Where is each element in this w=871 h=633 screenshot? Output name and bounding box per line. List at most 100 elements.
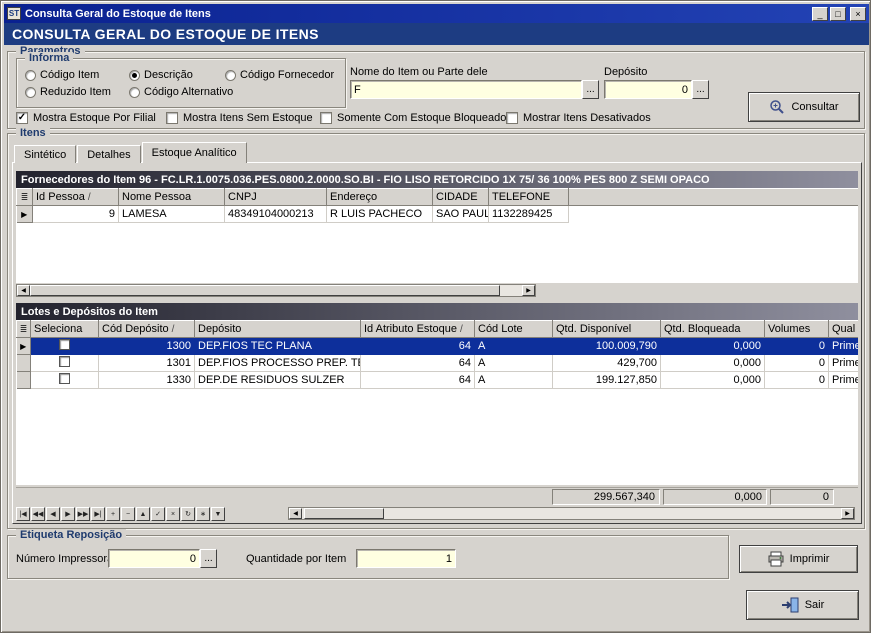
nav-next-button[interactable]: ▶ <box>61 507 75 521</box>
nav-delete-button[interactable]: − <box>121 507 135 521</box>
nav-prior-page-button[interactable]: ◀◀ <box>31 507 45 521</box>
consultar-button[interactable]: Consultar <box>748 92 860 122</box>
close-button[interactable]: × <box>850 7 866 21</box>
column-header-endereco[interactable]: Endereço <box>327 189 433 206</box>
minimize-button[interactable]: _ <box>812 7 828 21</box>
column-header-seleciona[interactable]: Seleciona <box>31 321 99 338</box>
cell-seleciona[interactable] <box>31 355 99 372</box>
parametros-group: Parametros Informa Código Item Descrição… <box>7 51 865 129</box>
table-row[interactable]: 1330 DEP.DE RESIDUOS SULZER 64 A 199.127… <box>17 372 859 389</box>
nav-first-button[interactable]: |◀ <box>16 507 30 521</box>
column-header-cod-lote[interactable]: Cód Lote <box>475 321 553 338</box>
checkbox-mostra-itens-sem-estoque[interactable]: Mostra Itens Sem Estoque <box>166 112 313 124</box>
scroll-left-arrow[interactable]: ◀ <box>289 508 302 519</box>
fornecedores-header-row: ≣ Id Pessoa/ Nome Pessoa CNPJ Endereço C… <box>17 189 859 206</box>
column-header-qtd-bloqueada[interactable]: Qtd. Bloqueada <box>661 321 765 338</box>
checkbox-label: Mostra Itens Sem Estoque <box>183 112 313 124</box>
column-header-cnpj[interactable]: CNPJ <box>225 189 327 206</box>
checkbox-mostrar-itens-desativados[interactable]: Mostrar Itens Desativados <box>506 112 651 124</box>
column-header-cidade[interactable]: CIDADE <box>433 189 489 206</box>
table-row[interactable]: 1301 DEP.FIOS PROCESSO PREP. TEC 64 A 42… <box>17 355 859 372</box>
quantidade-por-item-input[interactable] <box>356 549 456 568</box>
column-header-telefone[interactable]: TELEFONE <box>489 189 569 206</box>
scroll-right-arrow[interactable]: ▶ <box>522 285 535 296</box>
column-header-nome-pessoa[interactable]: Nome Pessoa <box>119 189 225 206</box>
nome-item-input[interactable] <box>350 80 582 99</box>
radio-reduzido-item[interactable]: Reduzido Item <box>25 86 111 98</box>
checkbox-somente-com-estoque-bloqueado[interactable]: Somente Com Estoque Bloqueado <box>320 112 506 124</box>
row-checkbox[interactable] <box>59 339 70 350</box>
scrollbar-thumb[interactable] <box>30 285 500 296</box>
etiqueta-reposicao-group: Etiqueta Reposição Número Impressora ...… <box>7 535 729 579</box>
nav-edit-button[interactable]: ▲ <box>136 507 150 521</box>
cell-seleciona[interactable] <box>31 338 99 355</box>
checkbox-label: Mostra Estoque Por Filial <box>33 112 156 124</box>
radio-codigo-item[interactable]: Código Item <box>25 69 99 81</box>
radio-dot <box>25 87 36 98</box>
radio-label: Descrição <box>144 69 193 81</box>
tab-estoque-analitico[interactable]: Estoque Analítico <box>142 142 247 163</box>
column-header-volumes[interactable]: Volumes <box>765 321 829 338</box>
nav-cancel-button[interactable]: × <box>166 507 180 521</box>
itens-caption: Itens <box>16 127 50 139</box>
deposito-input[interactable] <box>604 80 692 99</box>
table-row[interactable]: ▶ 1300 DEP.FIOS TEC PLANA 64 A 100.009,7… <box>17 338 859 355</box>
row-checkbox[interactable] <box>59 356 70 367</box>
sair-button[interactable]: Sair <box>746 590 859 620</box>
numero-impressora-browse-button[interactable]: ... <box>200 549 217 568</box>
numero-impressora-input[interactable] <box>108 549 200 568</box>
checkbox-mostra-estoque-por-filial[interactable]: ✓ Mostra Estoque Por Filial <box>16 112 156 124</box>
tab-strip: Sintético Detalhes Estoque Analítico <box>14 143 248 163</box>
scrollbar-track[interactable] <box>302 508 841 519</box>
column-header-id-pessoa[interactable]: Id Pessoa/ <box>33 189 119 206</box>
cell-qualidade: Prime <box>829 338 859 355</box>
sort-asc-icon: / <box>88 192 91 203</box>
column-header-qtd-disponivel[interactable]: Qtd. Disponível <box>553 321 661 338</box>
lotes-h-scrollbar[interactable]: ◀ ▶ <box>288 507 855 520</box>
tab-label: Estoque Analítico <box>152 147 237 159</box>
column-header-id-atributo-estoque[interactable]: Id Atributo Estoque/ <box>361 321 475 338</box>
column-header-label: Cód Depósito <box>102 323 169 335</box>
maximize-button[interactable]: □ <box>830 7 846 21</box>
radio-codigo-alternativo[interactable]: Código Alternativo <box>129 86 233 98</box>
nav-filter-button[interactable]: ▼ <box>211 507 225 521</box>
row-checkbox[interactable] <box>59 373 70 384</box>
cell-qtd-bloqueada: 0,000 <box>661 338 765 355</box>
cell-seleciona[interactable] <box>31 372 99 389</box>
nav-bookmark-button[interactable]: ∗ <box>196 507 210 521</box>
tab-panel: Fornecedores do Item 96 - FC.LR.1.0075.0… <box>12 162 862 524</box>
column-header-deposito[interactable]: Depósito <box>195 321 361 338</box>
informa-caption: Informa <box>25 52 73 64</box>
nav-last-button[interactable]: ▶| <box>91 507 105 521</box>
imprimir-button[interactable]: Imprimir <box>739 545 858 573</box>
column-header-label: TELEFONE <box>492 191 550 203</box>
radio-label: Código Alternativo <box>144 86 233 98</box>
nav-next-page-button[interactable]: ▶▶ <box>76 507 90 521</box>
column-header-cod-deposito[interactable]: Cód Depósito/ <box>99 321 195 338</box>
lotes-header-row: ≣ Seleciona Cód Depósito/ Depósito Id At… <box>17 321 859 338</box>
scroll-left-arrow[interactable]: ◀ <box>17 285 30 296</box>
nav-post-button[interactable]: ✓ <box>151 507 165 521</box>
cell-id-atributo: 64 <box>361 372 475 389</box>
cell-volumes: 0 <box>765 355 829 372</box>
radio-descricao[interactable]: Descrição <box>129 69 193 81</box>
nav-prior-button[interactable]: ◀ <box>46 507 60 521</box>
column-header-qualidade[interactable]: Qual <box>829 321 859 338</box>
nav-insert-button[interactable]: + <box>106 507 120 521</box>
radio-label: Código Item <box>40 69 99 81</box>
tab-detalhes[interactable]: Detalhes <box>77 145 140 163</box>
column-header-label: Endereço <box>330 191 377 203</box>
scrollbar-thumb[interactable] <box>304 508 384 519</box>
scroll-right-arrow[interactable]: ▶ <box>841 508 854 519</box>
app-icon: ST <box>7 7 21 20</box>
nome-item-browse-button[interactable]: ... <box>582 80 599 99</box>
table-row[interactable]: ▶ 9 LAMESA 48349104000213 R LUIS PACHECO… <box>17 206 859 223</box>
scrollbar-track[interactable] <box>30 285 522 296</box>
radio-codigo-fornecedor[interactable]: Código Fornecedor <box>225 69 334 81</box>
fornecedores-h-scrollbar[interactable]: ◀ ▶ <box>16 284 536 297</box>
cell-cnpj: 48349104000213 <box>225 206 327 223</box>
nav-refresh-button[interactable]: ↻ <box>181 507 195 521</box>
deposito-browse-button[interactable]: ... <box>692 80 709 99</box>
current-row-icon: ▶ <box>21 210 27 219</box>
tab-sintetico[interactable]: Sintético <box>14 145 76 163</box>
